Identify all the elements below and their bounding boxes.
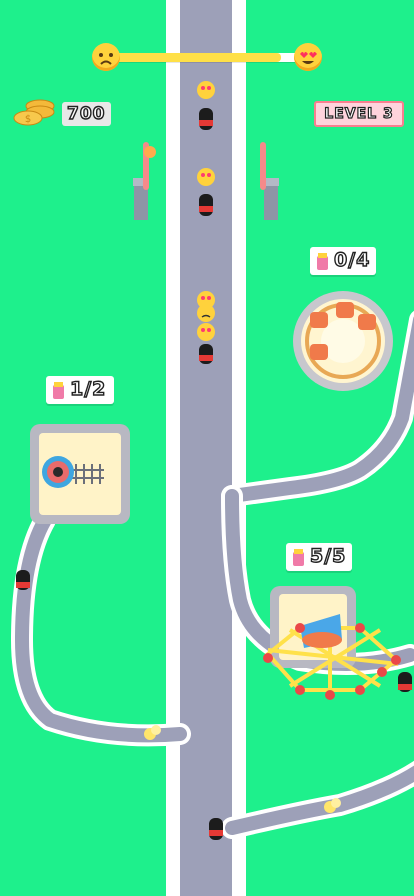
teacups-ride[interactable]	[293, 291, 393, 391]
character	[16, 570, 30, 590]
svg-text:$: $	[25, 114, 31, 125]
game-stage[interactable]: $ 700 LEVEL 3 0/4 1/2 5/5	[0, 0, 414, 896]
character	[197, 291, 215, 364]
gate-right	[260, 142, 279, 220]
happiness-progress	[92, 42, 322, 72]
drink-cup-icon	[293, 549, 304, 566]
gate-left	[133, 142, 156, 220]
character	[398, 672, 412, 692]
spinner-counter: 1/2	[46, 376, 114, 404]
level-badge: LEVEL 3	[314, 101, 404, 127]
path-left-loop-edge	[11, 509, 191, 747]
teacups-counter: 0/4	[310, 247, 376, 275]
progress-fill	[110, 53, 281, 62]
coin-amount: 700	[62, 102, 111, 126]
spinner-ride[interactable]	[30, 424, 130, 524]
progress-track	[110, 53, 304, 62]
spinner-counter-value: 1/2	[69, 377, 107, 400]
sad-face-emoji-icon	[92, 43, 120, 71]
coin-stack-icon: $	[12, 96, 56, 132]
game-world[interactable]	[0, 0, 414, 896]
drink-cup-icon	[317, 253, 328, 270]
main-road	[180, 0, 232, 896]
coin-counter: $ 700	[12, 96, 111, 132]
heart-eyes-emoji-icon	[294, 43, 322, 71]
character	[209, 818, 223, 840]
teacups-counter-value: 0/4	[333, 248, 371, 271]
ferris-counter-value: 5/5	[309, 544, 347, 567]
ferris-counter: 5/5	[286, 543, 352, 571]
ferris-ride[interactable]	[263, 586, 401, 700]
level-label: LEVEL 3	[324, 105, 394, 122]
drink-cup-icon	[53, 382, 64, 399]
